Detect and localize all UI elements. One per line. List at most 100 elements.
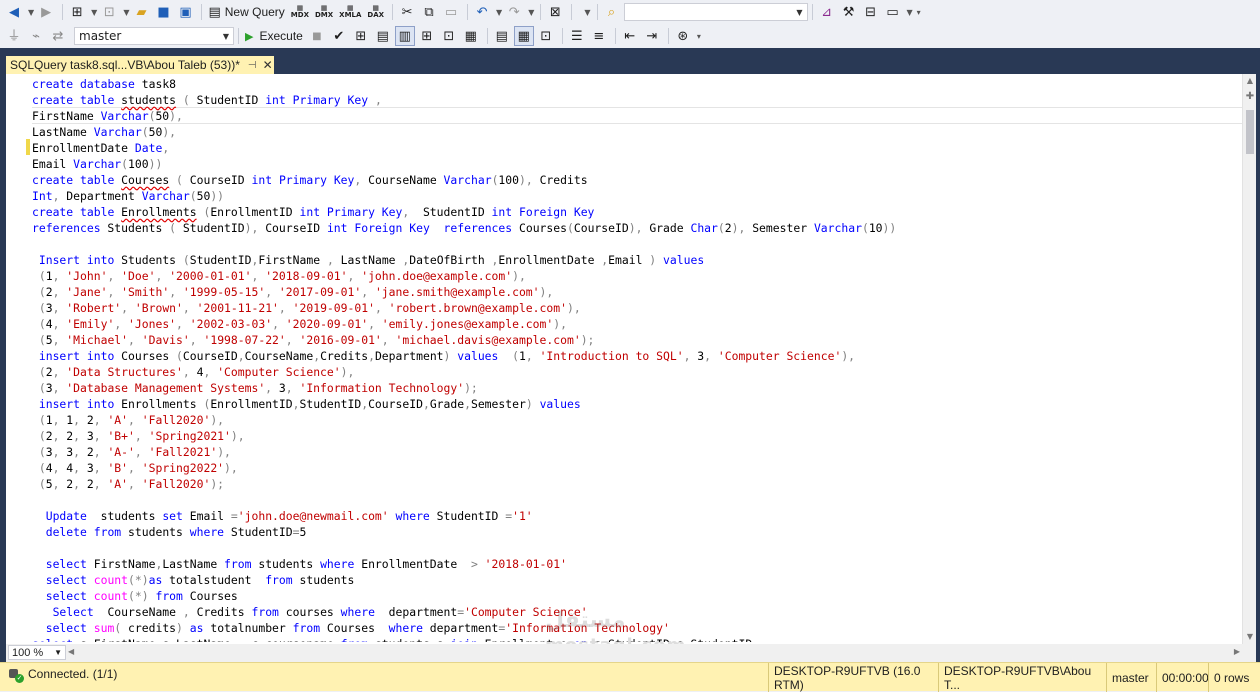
code-line[interactable]: (3, 'Robert', 'Brown', '2001-11-21', '20… [32, 300, 1242, 316]
xmla-query-button[interactable]: ▦ XMLA [337, 2, 363, 22]
scrollbar-thumb[interactable] [1246, 110, 1254, 154]
new-query-button[interactable]: ▤ New Query [206, 2, 286, 22]
code-line[interactable]: (2, 'Jane', 'Smith', '1999-05-15', '2017… [32, 284, 1242, 300]
code-line[interactable]: (3, 3, 2, 'A-', 'Fall2021'), [32, 444, 1242, 460]
intellisense-button[interactable]: ▥ [394, 26, 415, 46]
add-item-button[interactable]: ⊡ [99, 2, 119, 22]
undo-button[interactable]: ↶ [472, 2, 492, 22]
query-options-button[interactable]: ▤ [373, 26, 393, 46]
code-line[interactable] [32, 236, 1242, 252]
execute-button[interactable]: ▶ Execute [243, 26, 305, 46]
add-item-dropdown-icon[interactable]: ▼ [123, 8, 129, 17]
open-file-button[interactable]: ▰ [131, 2, 151, 22]
code-line[interactable]: select FirstName,LastName from students … [32, 556, 1242, 572]
dax-query-button[interactable]: ▦ DAX [365, 2, 386, 22]
results-to-text-button[interactable]: ▤ [492, 26, 512, 46]
mdx-query-button[interactable]: ▦ MDX [289, 2, 311, 22]
code-line[interactable]: (1, 'John', 'Doe', '2000-01-01', '2018-0… [32, 268, 1242, 284]
increase-indent-button[interactable]: ⇥ [642, 26, 662, 46]
copy-button[interactable]: ⧉ [419, 2, 439, 22]
display-estimated-plan-button[interactable]: ⊞ [351, 26, 371, 46]
save-button[interactable]: ■ [153, 2, 173, 22]
scroll-up-icon[interactable]: ▲ [1243, 74, 1257, 88]
paste-button[interactable]: ▭ [441, 2, 461, 22]
undo-dropdown-icon[interactable]: ▼ [496, 8, 502, 17]
code-line[interactable]: Email Varchar(100)) [32, 156, 1242, 172]
cut-button[interactable]: ✂ [397, 2, 417, 22]
redo-button[interactable]: ↷ [504, 2, 524, 22]
comment-out-button[interactable]: ☰ [567, 26, 587, 46]
toolbox-button[interactable]: ⊟ [861, 2, 881, 22]
uncomment-button[interactable]: ≡ [589, 26, 609, 46]
code-line[interactable]: LastName Varchar(50), [32, 124, 1242, 140]
database-select[interactable]: master ▼ [74, 27, 234, 45]
code-line[interactable]: (2, 'Data Structures', 4, 'Computer Scie… [32, 364, 1242, 380]
vertical-scrollbar[interactable]: ▲ ✚ ▼ [1242, 74, 1256, 644]
back-button[interactable]: ◀ [4, 2, 24, 22]
back-dropdown-icon[interactable]: ▼ [28, 8, 34, 17]
code-line[interactable]: create table Enrollments (EnrollmentID i… [32, 204, 1242, 220]
decrease-indent-button[interactable]: ⇤ [620, 26, 640, 46]
connect-button[interactable]: ⏚ [4, 26, 24, 46]
search-combobox[interactable]: ▼ [623, 3, 808, 21]
zoom-select[interactable]: 100 % ▼ [8, 645, 66, 660]
command-window-dropdown-icon[interactable]: ▼ [907, 8, 913, 17]
code-line[interactable]: FirstName Varchar(50), [32, 108, 1242, 124]
code-line[interactable]: create database task8− [32, 76, 1242, 92]
code-line[interactable] [32, 540, 1242, 556]
find-in-files-button[interactable]: ⌕ [602, 2, 622, 22]
code-line[interactable]: insert into Enrollments (EnrollmentID,St… [32, 396, 1242, 412]
code-line[interactable]: Insert into Students (StudentID,FirstNam… [32, 252, 1242, 268]
code-line[interactable]: select count(*)as totalstudent from stud… [32, 572, 1242, 588]
new-project-dropdown-icon[interactable]: ▼ [91, 8, 97, 17]
live-query-stats-button[interactable]: ⊡ [439, 26, 459, 46]
save-all-button[interactable]: ▣ [175, 2, 195, 22]
redo-dropdown-icon[interactable]: ▼ [528, 8, 534, 17]
close-icon[interactable]: ✕ [263, 58, 273, 72]
new-project-button[interactable]: ⊞ [67, 2, 87, 22]
code-line[interactable]: select count(*) from Courses [32, 588, 1242, 604]
horizontal-scrollbar[interactable]: ◀ ▶ [68, 647, 1240, 659]
command-window-button[interactable]: ▭ [883, 2, 903, 22]
code-line[interactable]: select s.FirstName,s.LastName , c.course… [32, 636, 1242, 642]
results-to-file-button[interactable]: ⊡ [536, 26, 556, 46]
change-connection-button[interactable]: ⇄ [48, 26, 68, 46]
scroll-right-icon[interactable]: ▶ [1234, 647, 1240, 656]
forward-button[interactable]: ▶ [36, 2, 56, 22]
code-line[interactable]: (2, 2, 3, 'B+', 'Spring2021'), [32, 428, 1242, 444]
code-line[interactable]: select sum( credits) as totalnumber from… [32, 620, 1242, 636]
results-to-grid-button[interactable]: ▦ [513, 26, 534, 46]
include-actual-plan-button[interactable]: ⊞ [417, 26, 437, 46]
toolbar-options-icon[interactable]: ▾ [697, 32, 701, 41]
code-line[interactable]: Int, Department Varchar(50)) [32, 188, 1242, 204]
visual-studio-button[interactable]: ⊿ [817, 2, 837, 22]
parse-button[interactable]: ✔ [329, 26, 349, 46]
cancel-query-button[interactable]: ■ [307, 26, 327, 46]
code-line[interactable]: delete from students where StudentID=5 [32, 524, 1242, 540]
code-line[interactable]: Update students set Email ='john.doe@new… [32, 508, 1242, 524]
code-line[interactable]: EnrollmentDate Date, [32, 140, 1242, 156]
split-view-icon[interactable]: ✚ [1243, 90, 1257, 104]
code-line[interactable]: (5, 2, 2, 'A', 'Fall2020'); [32, 476, 1242, 492]
code-line[interactable]: references Students ( StudentID), Course… [32, 220, 1242, 236]
activity-monitor-button[interactable]: ⊠ [545, 2, 565, 22]
code-line[interactable]: (4, 'Emily', 'Jones', '2002-03-03', '202… [32, 316, 1242, 332]
code-line[interactable]: insert into Courses (CourseID,CourseName… [32, 348, 1242, 364]
solution-config-dropdown-icon[interactable]: ▼ [584, 8, 590, 17]
code-area[interactable]: create database task8−create table stude… [32, 76, 1242, 642]
properties-button[interactable]: ⚒ [839, 2, 859, 22]
code-line[interactable] [32, 492, 1242, 508]
scroll-left-icon[interactable]: ◀ [68, 647, 74, 656]
code-line[interactable]: Select CourseName , Credits from courses… [32, 604, 1242, 620]
toolbar-options-icon[interactable]: ▾ [917, 8, 921, 17]
pin-icon[interactable]: ⊣ [248, 60, 257, 71]
code-line[interactable]: create table students ( StudentID int Pr… [32, 92, 1242, 108]
query-editor[interactable]: create database task8−create table stude… [0, 74, 1260, 644]
client-statistics-button[interactable]: ▦ [461, 26, 481, 46]
dmx-query-button[interactable]: ▦ DMX [313, 2, 335, 22]
disconnect-button[interactable]: ⌁ [26, 26, 46, 46]
code-line[interactable]: (1, 1, 2, 'A', 'Fall2020'), [32, 412, 1242, 428]
code-line[interactable]: (5, 'Michael', 'Davis', '1998-07-22', '2… [32, 332, 1242, 348]
code-line[interactable]: (4, 4, 3, 'B', 'Spring2022'), [32, 460, 1242, 476]
specify-template-values-button[interactable]: ⊛ [673, 26, 693, 46]
